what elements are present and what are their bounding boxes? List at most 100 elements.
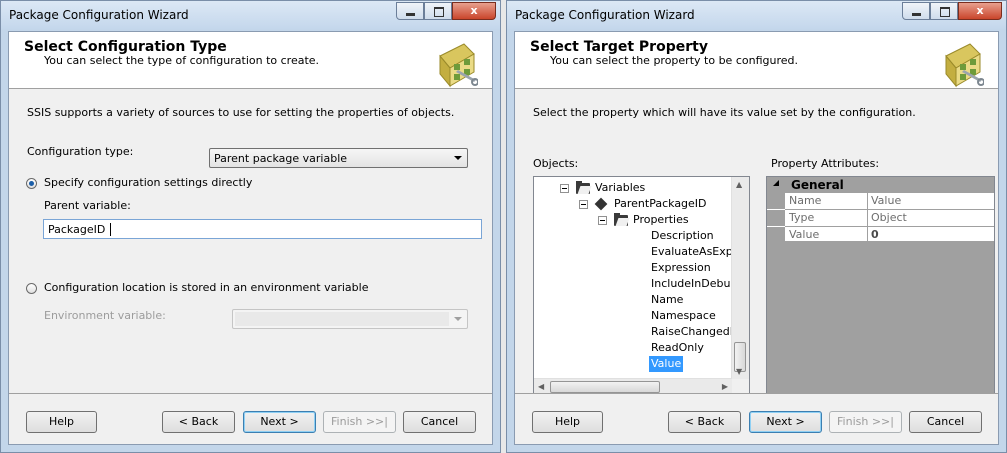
tree-vertical-scrollbar[interactable]: ▲ ▼ [731, 177, 749, 379]
wizard-graphic-icon [945, 43, 984, 88]
minimize-icon [406, 13, 415, 16]
tree-item-name[interactable]: Name [651, 292, 683, 308]
environment-variable-value-area [235, 312, 449, 326]
tree-item-read-only[interactable]: ReadOnly [651, 340, 704, 356]
maximize-button[interactable] [930, 2, 958, 20]
close-button[interactable]: x [452, 2, 496, 20]
collapse-icon[interactable] [598, 216, 607, 225]
wizard-header: Select Configuration Type You can select… [9, 32, 492, 89]
help-button[interactable]: Help [26, 411, 97, 433]
scroll-left-icon[interactable]: ◀ [538, 382, 544, 391]
next-button[interactable]: Next > [243, 411, 316, 433]
window-title: Package Configuration Wizard [515, 8, 695, 22]
page-title: Select Configuration Type [24, 39, 227, 55]
text-caret [110, 223, 111, 236]
property-grid[interactable]: General Name Value Type Object Value 0 [766, 176, 995, 397]
maximize-icon [434, 7, 444, 17]
environment-variable-dropdown[interactable] [232, 309, 468, 329]
property-divider [867, 210, 868, 226]
intro-text: SSIS supports a variety of sources to us… [27, 106, 455, 119]
wizard-header: Select Target Property You can select th… [515, 32, 998, 89]
page-subtitle: You can select the type of configuration… [44, 54, 320, 67]
back-button[interactable]: < Back [668, 411, 741, 433]
collapse-icon[interactable] [579, 200, 588, 209]
scroll-right-icon[interactable]: ▶ [722, 382, 728, 391]
configuration-type-value: Parent package variable [214, 152, 348, 165]
property-category-label: General [791, 178, 844, 192]
package-variable-icon [594, 197, 608, 211]
property-value: Value [871, 194, 902, 207]
property-category-row[interactable]: General [767, 177, 994, 193]
property-grid-empty-area [767, 241, 994, 396]
finish-button[interactable]: Finish >>| [829, 411, 902, 433]
wizard-footer: Help < Back Next > Finish >>| Cancel [9, 393, 492, 444]
chevron-down-icon [454, 317, 462, 321]
radio-environment-variable-label[interactable]: Configuration location is stored in an e… [44, 281, 368, 294]
maximize-button[interactable] [424, 2, 452, 20]
parent-variable-input[interactable]: PackageID [43, 219, 482, 239]
page-subtitle: You can select the property to be config… [550, 54, 798, 67]
wizard-graphic-icon [439, 43, 478, 88]
finish-button[interactable]: Finish >>| [323, 411, 396, 433]
minimize-button[interactable] [902, 2, 930, 20]
tree-item-value-selected[interactable]: Value [649, 356, 684, 372]
close-icon: x [470, 4, 478, 17]
back-button[interactable]: < Back [162, 411, 235, 433]
page-title: Select Target Property [530, 39, 708, 55]
property-attributes-label: Property Attributes: [771, 157, 880, 170]
tree-node-parent-package-id[interactable]: ParentPackageID [614, 196, 707, 212]
chevron-down-icon [454, 156, 462, 160]
radio-specify-directly-label[interactable]: Specify configuration settings directly [44, 176, 252, 189]
close-button[interactable]: x [958, 2, 1002, 20]
objects-tree[interactable]: Variables ParentPackageID Properties Des… [533, 176, 750, 397]
wizard-content: Select Configuration Type You can select… [8, 31, 493, 445]
folder-icon [614, 213, 628, 226]
next-button[interactable]: Next > [749, 411, 822, 433]
wizard-window-configuration-type: Package Configuration Wizard x Select Co… [0, 0, 501, 453]
property-row-gutter [767, 210, 785, 226]
property-row[interactable]: Type Object [767, 210, 994, 226]
tree-item-description[interactable]: Description [651, 228, 714, 244]
radio-environment-variable[interactable] [26, 283, 37, 294]
scrollbar-thumb[interactable] [550, 381, 660, 393]
configuration-type-label: Configuration type: [27, 145, 134, 158]
radio-specify-directly[interactable] [26, 178, 37, 189]
collapse-icon[interactable] [560, 184, 569, 193]
objects-label: Objects: [533, 157, 579, 170]
parent-variable-label: Parent variable: [44, 199, 131, 212]
property-divider [867, 227, 868, 242]
scroll-up-icon[interactable]: ▲ [736, 180, 742, 189]
title-bar[interactable]: Package Configuration Wizard x [1, 1, 500, 29]
property-divider [867, 193, 868, 209]
property-row[interactable]: Value 0 [767, 227, 994, 242]
help-button[interactable]: Help [532, 411, 603, 433]
tree-node-variables[interactable]: Variables [595, 180, 645, 196]
property-value: Object [871, 211, 907, 224]
wizard-content: Select Target Property You can select th… [514, 31, 999, 445]
wizard-body: Select the property which will have its … [515, 89, 998, 397]
wizard-window-target-property: Package Configuration Wizard x Select Ta… [506, 0, 1007, 453]
cancel-button[interactable]: Cancel [403, 411, 476, 433]
property-row[interactable]: Name Value [767, 193, 994, 209]
tree-item-expression[interactable]: Expression [651, 260, 711, 276]
folder-icon [576, 181, 590, 194]
property-value: 0 [871, 228, 879, 241]
collapse-triangle-icon[interactable] [773, 180, 779, 186]
parent-variable-value: PackageID [48, 223, 106, 236]
scroll-down-icon[interactable]: ▼ [736, 367, 742, 376]
property-row-gutter [767, 227, 785, 242]
tree-item-namespace[interactable]: Namespace [651, 308, 716, 324]
wizard-footer: Help < Back Next > Finish >>| Cancel [515, 393, 998, 444]
tree-node-properties[interactable]: Properties [633, 212, 689, 228]
window-title: Package Configuration Wizard [9, 8, 189, 22]
configuration-type-dropdown[interactable]: Parent package variable [209, 148, 468, 168]
maximize-icon [940, 7, 950, 17]
cancel-button[interactable]: Cancel [909, 411, 982, 433]
intro-text: Select the property which will have its … [533, 106, 916, 119]
property-row-gutter [767, 193, 785, 209]
title-bar[interactable]: Package Configuration Wizard x [507, 1, 1006, 29]
property-name: Name [789, 194, 822, 207]
minimize-button[interactable] [396, 2, 424, 20]
property-name: Type [789, 211, 815, 224]
minimize-icon [912, 13, 921, 16]
